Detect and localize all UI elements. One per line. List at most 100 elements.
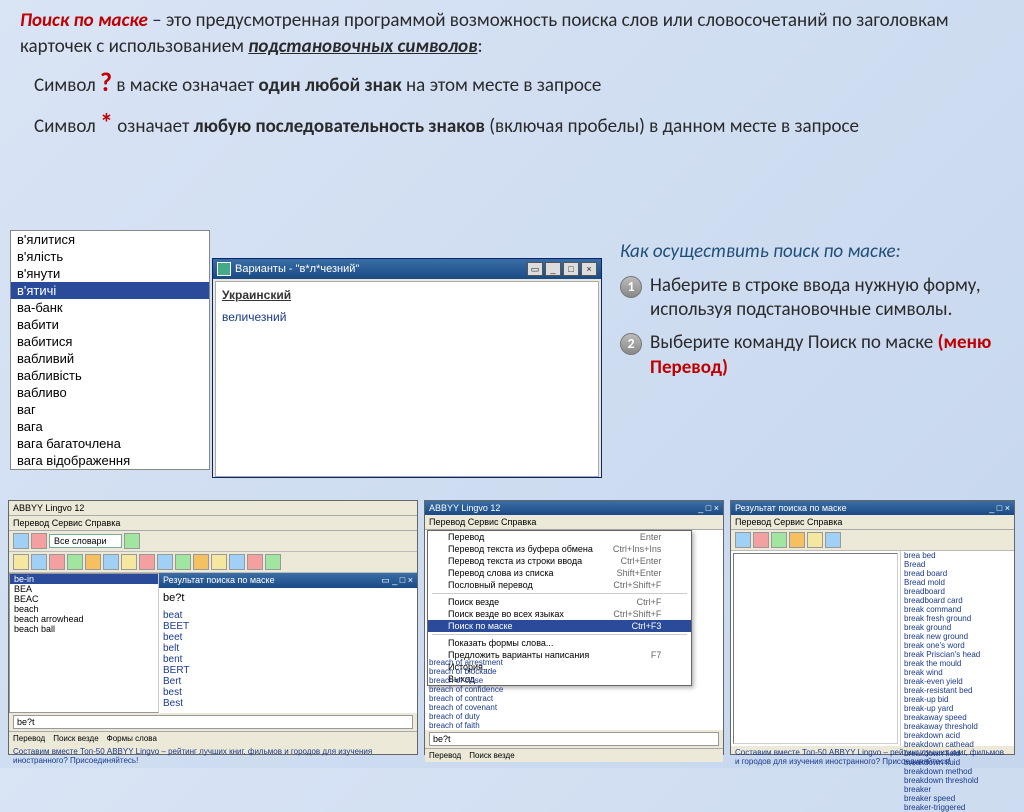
minimize-button[interactable]: _ [545, 262, 561, 276]
list-item[interactable]: breadboard card [901, 596, 1014, 605]
mask-title[interactable]: Результат поиска по маске_ □ × [731, 501, 1014, 515]
menu-item[interactable]: ПереводEnter [428, 531, 691, 543]
list-item[interactable]: break-up yard [901, 704, 1014, 713]
list-item[interactable]: ваг [11, 401, 209, 418]
list-item[interactable]: break fresh ground [901, 614, 1014, 623]
menu-item[interactable]: Поиск по маскеCtrl+F3 [428, 620, 691, 632]
list-item[interactable]: вабливий [11, 350, 209, 367]
list-item[interactable]: beach arrowhead [10, 614, 158, 624]
list-item[interactable]: be-in [10, 574, 158, 584]
list-item[interactable]: в'ялість [11, 248, 209, 265]
menu-item[interactable]: Пословный переводCtrl+Shift+F [428, 579, 691, 591]
result-list[interactable]: brea bedBreadbread boardBread moldbreadb… [901, 551, 1014, 746]
list-item[interactable]: вага [11, 418, 209, 435]
list-item[interactable]: breaker-triggered [901, 803, 1014, 812]
pin-button[interactable]: ▭ [527, 262, 543, 276]
window-titlebar[interactable]: Варианты - "в*л*чезний" ▭ _ □ × [213, 259, 601, 279]
list-item[interactable]: breakdown acid [901, 731, 1014, 740]
wordlist-below-menu[interactable]: breach of arrestmentbreach of blockadebr… [429, 658, 719, 730]
app-titlebar[interactable]: ABBYY Lingvo 12_ □ × [425, 501, 723, 515]
result-item[interactable]: beat [163, 610, 413, 621]
list-item[interactable]: в'янути [11, 265, 209, 282]
menu-item[interactable]: Перевод слова из спискаShift+Enter [428, 567, 691, 579]
list-item[interactable]: вабитися [11, 333, 209, 350]
menu-bar[interactable]: Перевод Сервис Справка [425, 515, 723, 530]
list-item[interactable]: BEA [10, 584, 158, 594]
list-item[interactable]: break-resistant bed [901, 686, 1014, 695]
list-item[interactable]: breach of duty [429, 712, 719, 721]
list-item[interactable]: breach of contract [429, 694, 719, 703]
list-item[interactable]: breach of confidence [429, 685, 719, 694]
search-input[interactable] [429, 732, 719, 746]
list-item[interactable]: breaker [901, 785, 1014, 794]
menu-item[interactable]: Поиск везде во всех языкахCtrl+Shift+F [428, 608, 691, 620]
menu-bar[interactable]: Перевод Сервис Справка [731, 515, 1014, 530]
close-icon[interactable]: ▭ _ □ × [381, 575, 413, 586]
result-item[interactable]: beet [163, 632, 413, 643]
result-item[interactable]: BERT [163, 665, 413, 676]
list-item[interactable]: breach of arrestment [429, 658, 719, 667]
list-item[interactable]: вабити [11, 316, 209, 333]
list-item[interactable]: bread board [901, 569, 1014, 578]
list-item[interactable]: breadboard [901, 587, 1014, 596]
list-item[interactable]: вага багаточлена [11, 435, 209, 452]
list-item[interactable]: breach of covenant [429, 703, 719, 712]
list-item[interactable]: break one's word [901, 641, 1014, 650]
list-item[interactable]: BEAC [10, 594, 158, 604]
list-item[interactable]: beach [10, 604, 158, 614]
result-item[interactable]: best [163, 687, 413, 698]
list-item[interactable]: break-even yield [901, 677, 1014, 686]
list-item[interactable]: breakaway threshold [901, 722, 1014, 731]
status-search[interactable]: Поиск везде [53, 734, 98, 743]
list-item[interactable]: вага відображення [11, 452, 209, 469]
result-item[interactable]: belt [163, 643, 413, 654]
statusbar[interactable]: Перевод Поиск везде [425, 748, 723, 762]
list-item[interactable]: break the mould [901, 659, 1014, 668]
list-item[interactable]: breakaway speed [901, 713, 1014, 722]
status-translate[interactable]: Перевод [13, 734, 45, 743]
list-item[interactable]: вабливість [11, 367, 209, 384]
result-item[interactable]: bent [163, 654, 413, 665]
search-input[interactable] [13, 715, 413, 729]
list-item[interactable]: break ground [901, 623, 1014, 632]
toolbar-dicts[interactable] [9, 552, 417, 573]
result-item[interactable]: Bert [163, 676, 413, 687]
list-item[interactable]: breaker speed [901, 794, 1014, 803]
menu-item[interactable]: Перевод текста из буфера обменаCtrl+Ins+… [428, 543, 691, 555]
list-item[interactable]: в'ятичі [11, 282, 209, 299]
list-item[interactable]: breakdown threshold [901, 776, 1014, 785]
menu-item[interactable]: Показать формы слова... [428, 637, 691, 649]
result-item[interactable]: Best [163, 698, 413, 709]
list-item[interactable]: break-up bid [901, 695, 1014, 704]
left-pane[interactable] [731, 551, 901, 746]
list-item[interactable]: вабливо [11, 384, 209, 401]
wordlist-panel[interactable]: в'ялитисяв'ялістьв'янутив'ятичіва-банква… [10, 230, 210, 470]
list-item[interactable]: Bread [901, 560, 1014, 569]
result-item[interactable]: BEET [163, 621, 413, 632]
toolbar[interactable] [731, 530, 1014, 551]
menu-item[interactable]: Перевод текста из строки вводаCtrl+Enter [428, 555, 691, 567]
result-word[interactable]: величезний [222, 310, 592, 324]
list-item[interactable]: break command [901, 605, 1014, 614]
list-item[interactable]: break new ground [901, 632, 1014, 641]
go-icon[interactable] [124, 533, 140, 549]
list-item[interactable]: Bread mold [901, 578, 1014, 587]
list-item[interactable]: ва-банк [11, 299, 209, 316]
lang-ru-icon[interactable] [31, 533, 47, 549]
close-button[interactable]: × [581, 262, 597, 276]
list-item[interactable]: break Priscian's head [901, 650, 1014, 659]
list-item[interactable]: breach of blockade [429, 667, 719, 676]
list-item[interactable]: breach of faith [429, 721, 719, 730]
menu-bar[interactable]: Перевод Сервис Справка [9, 516, 417, 531]
wordlist-left[interactable]: be-inBEABEACbeachbeach arrowheadbeach ba… [9, 573, 159, 713]
list-item[interactable]: beach ball [10, 624, 158, 634]
list-item[interactable]: в'ялитися [11, 231, 209, 248]
list-item[interactable]: breakdown method [901, 767, 1014, 776]
toolbar-lang[interactable]: Все словари [9, 531, 417, 552]
status-forms[interactable]: Формы слова [107, 734, 157, 743]
list-item[interactable]: break wind [901, 668, 1014, 677]
menu-item[interactable]: Поиск вездеCtrl+F [428, 596, 691, 608]
list-item[interactable]: breach of close [429, 676, 719, 685]
statusbar[interactable]: Перевод Поиск везде Формы слова [9, 731, 417, 745]
lang-en-icon[interactable] [13, 533, 29, 549]
